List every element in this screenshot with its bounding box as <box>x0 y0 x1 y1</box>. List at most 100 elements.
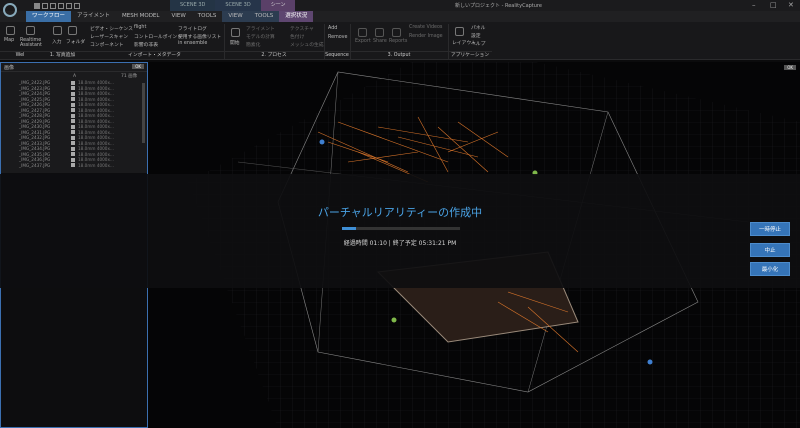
folder-icon <box>68 26 77 35</box>
image-enabled-checkbox[interactable] <box>71 102 75 107</box>
image-enabled-checkbox[interactable] <box>71 86 75 91</box>
pause-button[interactable]: 一時停止 <box>750 222 790 236</box>
image-enabled-checkbox[interactable] <box>71 80 75 85</box>
image-info: 18.0mm 4000x... <box>78 91 114 97</box>
image-enabled-checkbox[interactable] <box>71 152 75 157</box>
menu-tab-alignment[interactable]: アライメント <box>71 11 116 22</box>
texture-button[interactable]: テクスチャ <box>290 25 314 32</box>
layout-3-icon[interactable] <box>50 2 56 9</box>
image-info: 18.0mm 4000x... <box>78 80 114 86</box>
image-info: 18.0mm 4000x... <box>78 157 114 163</box>
group-label-application: アプリケーション <box>448 51 492 59</box>
start-button[interactable]: 開始 <box>230 39 240 46</box>
menu-tab-view-2[interactable]: VIEW <box>222 11 249 22</box>
image-enabled-checkbox[interactable] <box>71 146 75 151</box>
image-enabled-checkbox[interactable] <box>71 130 75 135</box>
menu-tab-selection[interactable]: 選択状況 <box>279 11 314 22</box>
viewport-ok-button[interactable]: OK <box>784 65 796 70</box>
maximize-window-icon[interactable]: □ <box>770 1 777 9</box>
tab-scene-3d-1[interactable]: SCENE 3D <box>170 0 216 11</box>
image-enabled-checkbox[interactable] <box>71 119 75 124</box>
export-button[interactable]: Export <box>355 39 371 44</box>
map-button[interactable]: Map <box>4 38 14 43</box>
image-list-row[interactable]: _IMG_2437.JPG 18.0mm 4000x... <box>1 163 147 169</box>
image-filename: _IMG_2436.JPG <box>19 157 51 163</box>
calculate-model-button[interactable]: モデルの計算 <box>246 33 275 40</box>
alignment-button[interactable]: アライメント <box>246 25 275 32</box>
image-enabled-checkbox[interactable] <box>71 97 75 102</box>
menu-tab-tools-2[interactable]: TOOLS <box>248 11 280 22</box>
settings-button[interactable]: 設定 <box>471 32 481 39</box>
image-enabled-checkbox[interactable] <box>71 91 75 96</box>
layout-5-icon[interactable] <box>66 2 72 9</box>
image-filename: _IMG_2431.JPG <box>19 129 51 135</box>
laser-scan-button[interactable]: レーザースキャン <box>90 33 128 40</box>
simplify-button[interactable]: 簡素化 <box>246 41 260 48</box>
menu-tab-workflow[interactable]: ワークフロー <box>26 11 72 22</box>
menu-tab-view[interactable]: VIEW <box>165 11 191 22</box>
share-button[interactable]: Share <box>373 39 387 44</box>
group-label-add-photos: 1. 写真追加 <box>40 51 85 59</box>
image-enabled-checkbox[interactable] <box>71 141 75 146</box>
layout-4-icon[interactable] <box>58 2 64 9</box>
menu-tab-tools[interactable]: TOOLS <box>192 11 223 22</box>
reports-button[interactable]: Reports <box>389 39 407 44</box>
image-filename: _IMG_2423.JPG <box>19 85 51 91</box>
component-button[interactable]: コンポーネント <box>90 41 124 48</box>
stop-button[interactable]: 中止 <box>750 243 790 257</box>
help-button[interactable]: ヘルプ <box>471 40 485 47</box>
image-filename: _IMG_2424.JPG <box>19 91 51 97</box>
export-icon <box>358 28 367 37</box>
image-filename: _IMG_2432.JPG <box>19 135 51 141</box>
image-filename: _IMG_2433.JPG <box>19 140 51 146</box>
colorize-button[interactable]: 色付け <box>290 33 304 40</box>
images-panel-scrollbar[interactable] <box>142 83 145 143</box>
image-filename: _IMG_2437.JPG <box>19 162 51 168</box>
image-filename: _IMG_2426.JPG <box>19 102 51 108</box>
control-points-button[interactable]: コントロールポイント <box>134 33 182 40</box>
panels-button[interactable]: パネル <box>471 24 485 31</box>
progress-bar <box>342 227 460 230</box>
scene-marker-blue[interactable] <box>319 139 325 145</box>
image-enabled-checkbox[interactable] <box>71 113 75 118</box>
image-count-label: 71 画像 <box>121 74 138 79</box>
flight-button[interactable]: flight <box>134 25 146 30</box>
tab-scene[interactable]: シーン <box>260 0 296 11</box>
minimize-window-icon[interactable]: – <box>752 1 756 9</box>
realtime-assistant-button[interactable]: Realtime Assistant <box>20 38 42 48</box>
layout-6-icon[interactable] <box>74 2 80 9</box>
video-sequence-button[interactable]: ビデオ・シーケンス <box>90 25 133 32</box>
images-panel-ok-button[interactable]: OK <box>132 64 144 69</box>
image-enabled-checkbox[interactable] <box>71 163 75 168</box>
flight-log-button[interactable]: フライトログ <box>178 25 207 32</box>
tab-scene-3d-2[interactable]: SCENE 3D <box>215 0 261 11</box>
layout-1-icon[interactable] <box>34 2 40 9</box>
sequence-remove-button[interactable]: Remove <box>328 35 347 40</box>
hide-images-button[interactable]: 影響の非表 <box>134 41 158 48</box>
images-panel-columns: A 71 画像 <box>1 72 147 80</box>
image-enabled-checkbox[interactable] <box>71 135 75 140</box>
ensemble-button[interactable]: in ensemble <box>178 41 207 46</box>
scene-marker-blue-2[interactable] <box>647 359 653 365</box>
ribbon: Map Realtime Assistant 入力 フォルダ ビデオ・シーケンス… <box>0 3 800 60</box>
close-window-icon[interactable]: ✕ <box>788 1 794 9</box>
minimize-button[interactable]: 最小化 <box>750 262 790 276</box>
layout-2-icon[interactable] <box>42 2 48 9</box>
image-list-button[interactable]: 使用する画像リスト <box>178 33 221 40</box>
generate-mesh-button[interactable]: メッシュの生成 <box>290 41 324 48</box>
scene-marker-green-2[interactable] <box>391 317 397 323</box>
image-filename: _IMG_2435.JPG <box>19 151 51 157</box>
menu-tab-mesh-model[interactable]: MESH MODEL <box>116 11 165 22</box>
menu-bar: ワークフロー アライメント MESH MODEL VIEW TOOLS VIEW… <box>0 11 800 22</box>
image-info: 18.0mm 4000x... <box>78 135 114 141</box>
render-image-button[interactable]: Render Image <box>409 34 443 39</box>
image-filename: _IMG_2434.JPG <box>19 146 51 152</box>
sequence-add-button[interactable]: Add <box>328 26 337 31</box>
image-info: 18.0mm 4000x... <box>78 102 114 108</box>
create-videos-button[interactable]: Create Videos <box>409 25 442 30</box>
image-enabled-checkbox[interactable] <box>71 157 75 162</box>
inputs-button[interactable]: 入力 <box>52 38 62 45</box>
image-enabled-checkbox[interactable] <box>71 124 75 129</box>
folder-button[interactable]: フォルダ <box>66 38 85 45</box>
image-enabled-checkbox[interactable] <box>71 108 75 113</box>
